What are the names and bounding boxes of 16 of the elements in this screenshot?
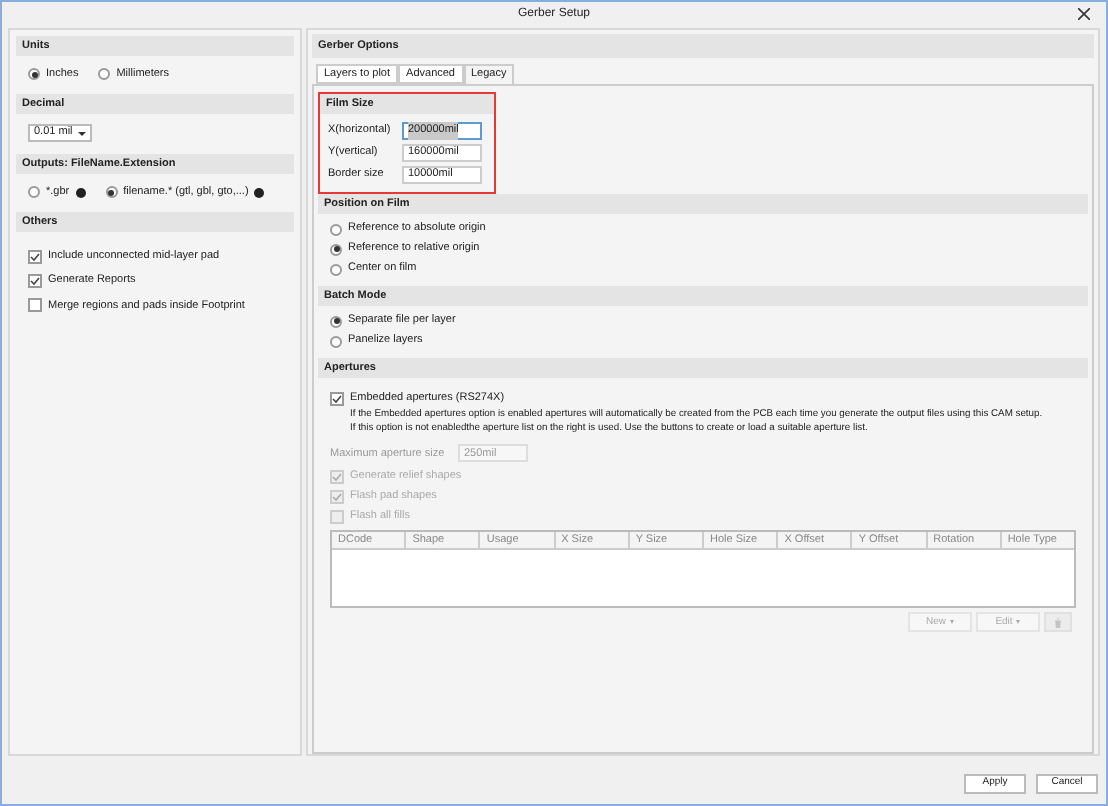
trash-icon (1054, 617, 1062, 628)
caret-icon (78, 131, 86, 135)
checkbox[interactable] (28, 298, 42, 313)
radio-button[interactable] (28, 68, 40, 80)
checkbox[interactable] (28, 249, 42, 264)
radio-button[interactable] (330, 335, 342, 347)
radio-button[interactable] (28, 186, 40, 198)
radio-button[interactable] (330, 223, 342, 235)
radio-button[interactable] (330, 243, 342, 255)
radio-button[interactable] (105, 186, 118, 198)
radio-button[interactable] (330, 263, 342, 275)
checkbox[interactable] (28, 273, 42, 288)
checkbox[interactable] (330, 391, 344, 406)
close-icon[interactable] (1078, 8, 1090, 20)
radio-button[interactable] (330, 315, 342, 327)
radio-button[interactable] (98, 68, 111, 80)
